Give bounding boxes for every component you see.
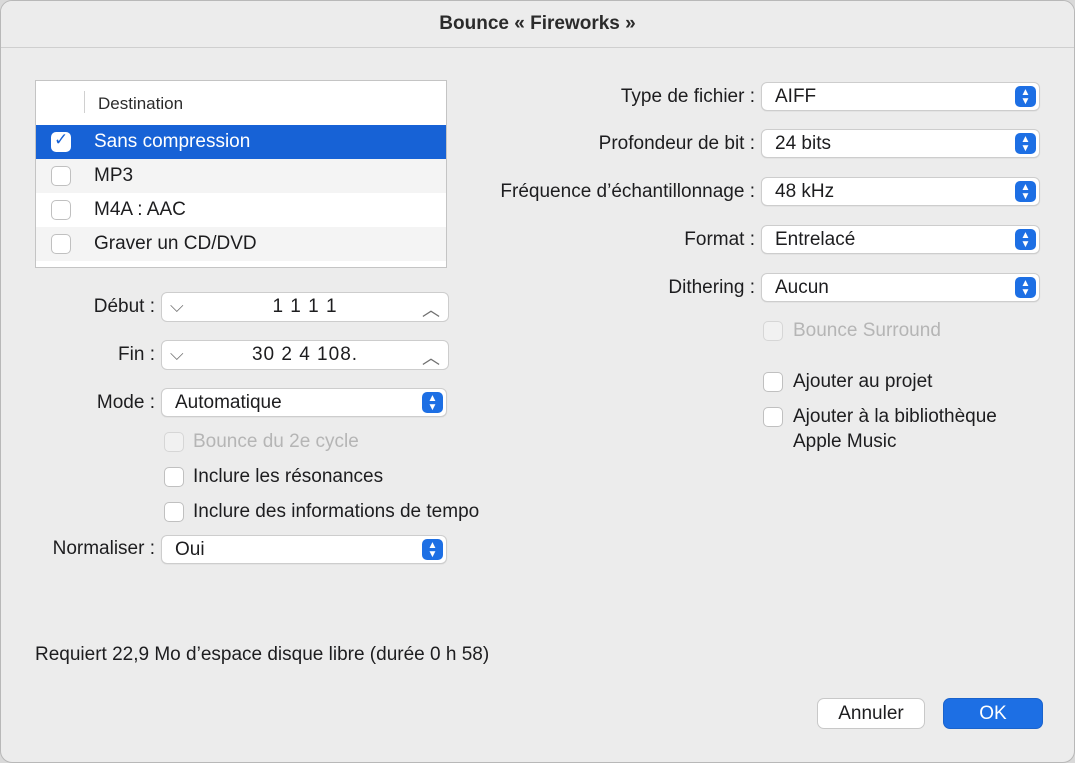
format-popup[interactable]: Entrelacé ▲ ▼ (761, 225, 1040, 254)
cancel-button[interactable]: Annuler (817, 698, 925, 729)
sample-rate-value: 48 kHz (775, 181, 835, 202)
mode-value: Automatique (175, 392, 282, 413)
column-separator (84, 91, 85, 113)
bit-depth-value: 24 bits (775, 133, 831, 154)
normalize-popup[interactable]: Oui ▲ ▼ (161, 535, 447, 564)
start-position-value[interactable]: 1 1 1 1 (162, 296, 448, 318)
updown-arrows-icon: ▲ ▼ (1015, 229, 1036, 250)
bit-depth-popup[interactable]: 24 bits ▲ ▼ (761, 129, 1040, 158)
file-type-value: AIFF (775, 86, 817, 107)
destination-row-m4a[interactable]: M4A : AAC (36, 193, 446, 227)
format-label: Format : (684, 229, 755, 250)
end-label: Fin : (118, 344, 155, 365)
mode-label: Mode : (96, 392, 155, 413)
add-to-project-checkbox[interactable] (763, 372, 783, 392)
start-label: Début : (93, 296, 155, 317)
sample-rate-popup[interactable]: 48 kHz ▲ ▼ (761, 177, 1040, 206)
destination-column-header[interactable]: Destination (98, 94, 183, 114)
m4a-checkbox[interactable] (51, 200, 71, 220)
destination-label: Graver un CD/DVD (94, 233, 257, 254)
bit-depth-label: Profondeur de bit : (598, 133, 755, 154)
add-to-library-checkbox[interactable] (763, 407, 783, 427)
destination-label: MP3 (94, 165, 134, 186)
file-type-popup[interactable]: AIFF ▲ ▼ (761, 82, 1040, 111)
destination-label: M4A : AAC (94, 199, 186, 220)
updown-arrows-icon: ▲ ▼ (1015, 181, 1036, 202)
end-position-stepper[interactable]: ⌵ 30 2 4 108. ︿ (161, 340, 449, 370)
normalize-label: Normaliser : (52, 538, 155, 559)
bounce-cycle-label: Bounce du 2e cycle (193, 431, 359, 452)
sample-rate-label: Fréquence d’échantillonnage : (500, 181, 755, 202)
updown-arrows-icon: ▲ ▼ (1015, 277, 1036, 298)
checkmark-icon: ✓ (54, 130, 69, 149)
end-position-value[interactable]: 30 2 4 108. (162, 344, 448, 366)
updown-arrows-icon: ▲ ▼ (422, 392, 443, 413)
destination-label: Sans compression (94, 131, 251, 152)
add-to-project-label: Ajouter au projet (793, 371, 933, 392)
destination-table: Destination ✓ Sans compression MP3 M4A :… (35, 80, 447, 268)
uncompressed-checkbox[interactable]: ✓ (51, 130, 71, 152)
updown-arrows-icon: ▲ ▼ (1015, 86, 1036, 107)
burn-cd-checkbox[interactable] (51, 234, 71, 254)
format-value: Entrelacé (775, 229, 856, 250)
chevron-up-icon[interactable]: ︿ (422, 344, 440, 370)
destination-header: Destination (36, 81, 446, 125)
destination-row-mp3[interactable]: MP3 (36, 159, 446, 193)
destination-row-uncompressed[interactable]: ✓ Sans compression (36, 125, 446, 159)
normalize-value: Oui (175, 539, 205, 560)
dithering-popup[interactable]: Aucun ▲ ▼ (761, 273, 1040, 302)
bounce-cycle-checkbox[interactable] (164, 432, 184, 452)
bounce-surround-checkbox[interactable] (763, 321, 783, 341)
window-title: Bounce « Fireworks » (1, 1, 1074, 48)
include-tails-label: Inclure les résonances (193, 466, 384, 487)
updown-arrows-icon: ▲ ▼ (1015, 133, 1036, 154)
ok-button[interactable]: OK (943, 698, 1043, 729)
add-to-library-label-line1: Ajouter à la bibliothèque (793, 406, 997, 427)
disk-space-status: Requiert 22,9 Mo d’espace disque libre (… (35, 644, 490, 665)
mp3-checkbox[interactable] (51, 166, 71, 186)
include-tempo-checkbox[interactable] (164, 502, 184, 522)
dithering-value: Aucun (775, 277, 829, 298)
bounce-dialog: Bounce « Fireworks » Destination ✓ Sans … (0, 0, 1075, 763)
file-type-label: Type de fichier : (620, 86, 755, 107)
include-tails-checkbox[interactable] (164, 467, 184, 487)
include-tempo-label: Inclure des informations de tempo (193, 501, 480, 522)
destination-row-burn-cd[interactable]: Graver un CD/DVD (36, 227, 446, 261)
bounce-surround-label: Bounce Surround (793, 320, 941, 341)
mode-popup[interactable]: Automatique ▲ ▼ (161, 388, 447, 417)
updown-arrows-icon: ▲ ▼ (422, 539, 443, 560)
chevron-up-icon[interactable]: ︿ (422, 296, 440, 322)
add-to-library-label-line2: Apple Music (793, 431, 897, 452)
dithering-label: Dithering : (668, 277, 755, 298)
start-position-stepper[interactable]: ⌵ 1 1 1 1 ︿ (161, 292, 449, 322)
